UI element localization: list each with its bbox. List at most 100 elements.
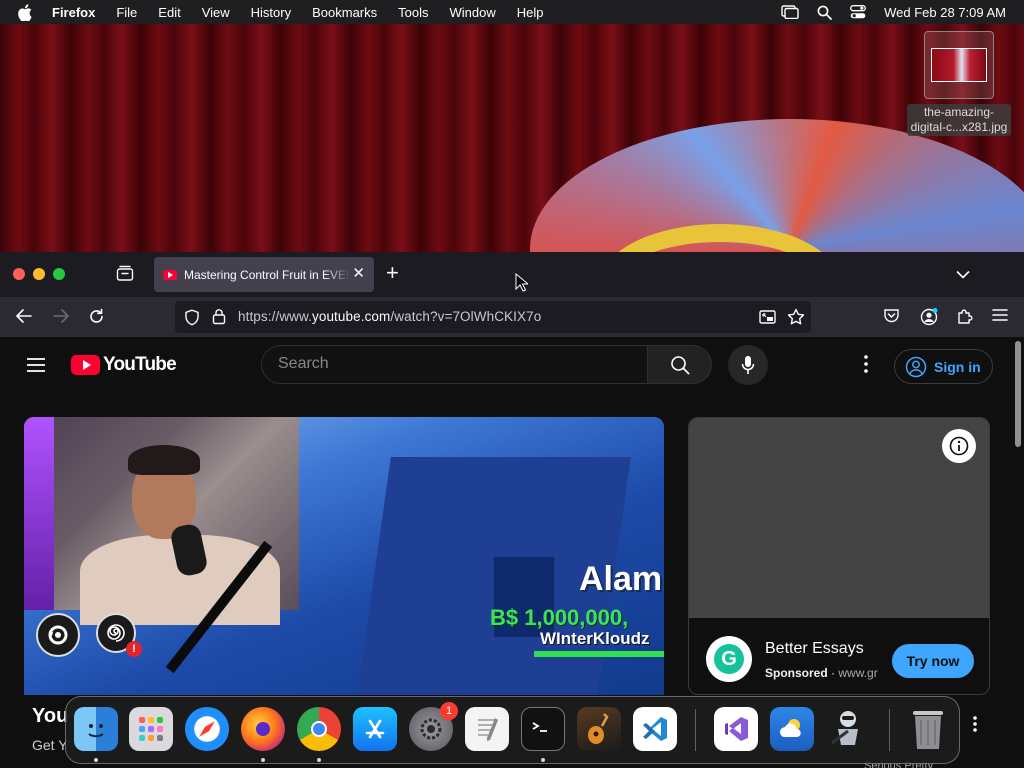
firefox-view-icon[interactable] xyxy=(116,265,134,286)
ad-domain: www.gr xyxy=(838,666,878,680)
app-menu-firefox[interactable]: Firefox xyxy=(52,5,95,20)
grammarly-logo-icon[interactable]: G xyxy=(706,636,752,682)
sponsored-ad-card[interactable]: G Better Essays Sponsored · www.gr Try n… xyxy=(688,417,990,695)
window-zoom-button[interactable] xyxy=(53,268,65,280)
url-text[interactable]: https://www.youtube.com/watch?v=7OlWhCKI… xyxy=(238,309,541,324)
terminal-icon[interactable] xyxy=(521,707,565,751)
firefox-running-indicator xyxy=(261,758,265,762)
image-file-thumbnail[interactable] xyxy=(924,31,994,99)
app-menu-hamburger-icon[interactable] xyxy=(992,308,1008,327)
spotlight-search-icon[interactable] xyxy=(817,5,833,20)
dock-overflow-more-icon[interactable] xyxy=(968,714,982,734)
garageband-icon[interactable] xyxy=(577,707,621,751)
video-player[interactable]: Alam B$ 1,000,000, WInterKloudz ! xyxy=(24,417,664,695)
menu-help[interactable]: Help xyxy=(517,5,544,20)
app-store-icon[interactable] xyxy=(353,707,397,751)
search-button[interactable] xyxy=(647,345,712,384)
search-input[interactable] xyxy=(278,355,628,373)
menu-tools[interactable]: Tools xyxy=(398,5,428,20)
scrollbar-thumb[interactable] xyxy=(1015,341,1021,447)
video-hud-title: Alam xyxy=(579,560,663,598)
reload-icon[interactable] xyxy=(88,308,105,330)
menu-bookmarks[interactable]: Bookmarks xyxy=(312,5,377,20)
voice-search-button[interactable] xyxy=(728,345,768,385)
window-close-button[interactable] xyxy=(13,268,25,280)
menu-view[interactable]: View xyxy=(202,5,230,20)
settings-more-icon[interactable] xyxy=(858,354,874,379)
sign-in-button[interactable]: Sign in xyxy=(894,349,993,384)
vscode-icon[interactable] xyxy=(633,707,677,751)
visual-studio-icon[interactable] xyxy=(714,707,758,751)
textedit-icon[interactable] xyxy=(465,707,509,751)
tab-close-icon[interactable]: ✕ xyxy=(352,266,365,281)
settings-notification-badge: 1 xyxy=(440,702,458,720)
address-bar[interactable]: https://www.youtube.com/watch?v=7OlWhCKI… xyxy=(175,301,811,333)
menu-edit[interactable]: Edit xyxy=(158,5,180,20)
video-hud-money: B$ 1,000,000, xyxy=(490,605,629,630)
ad-info-icon[interactable] xyxy=(942,429,976,463)
search-icon xyxy=(670,355,690,375)
tab-youtube-video[interactable]: Mastering Control Fruit in EVERY ✕ xyxy=(154,257,374,292)
youtube-favicon-icon xyxy=(163,269,177,280)
trash-icon[interactable] xyxy=(906,707,950,751)
desktop-file-image[interactable]: the-amazing- digital-c...x281.jpg xyxy=(900,31,1018,136)
screen-mirroring-icon[interactable] xyxy=(781,5,799,19)
firefox-window: Mastering Control Fruit in EVERY ✕ + htt… xyxy=(0,252,1024,768)
youtube-logo[interactable]: YouTube xyxy=(71,354,177,376)
launchpad-icon[interactable] xyxy=(129,707,173,751)
sign-in-label: Sign in xyxy=(934,358,981,375)
new-tab-button[interactable]: + xyxy=(386,260,399,286)
video-hud-player-name: WInterKloudz xyxy=(540,629,650,648)
page-scrollbar[interactable] xyxy=(1012,337,1024,768)
ad-sponsored-label: Sponsored xyxy=(765,666,828,680)
game-ability-spiral-icon: ! xyxy=(96,613,142,657)
automator-icon[interactable] xyxy=(826,707,870,751)
tab-bar: Mastering Control Fruit in EVERY ✕ + xyxy=(0,252,1024,297)
guide-menu-icon[interactable] xyxy=(26,357,46,378)
weather-icon[interactable] xyxy=(770,707,814,751)
firefox-icon[interactable] xyxy=(241,707,285,751)
back-arrow-icon[interactable] xyxy=(15,308,33,329)
dock-separator xyxy=(889,709,890,751)
list-all-tabs-chevron-icon[interactable] xyxy=(956,266,970,284)
search-box[interactable] xyxy=(261,345,648,384)
menu-window[interactable]: Window xyxy=(450,5,496,20)
control-center-icon[interactable] xyxy=(850,5,867,19)
chrome-icon[interactable] xyxy=(297,707,341,751)
video-title-partial: You xyxy=(32,705,69,727)
url-prefix: https://www. xyxy=(238,309,312,324)
lock-icon[interactable] xyxy=(212,308,226,330)
menu-history[interactable]: History xyxy=(251,5,291,20)
terminal-running-indicator xyxy=(541,758,545,762)
ad-title[interactable]: Better Essays xyxy=(765,640,864,658)
extensions-puzzle-icon[interactable] xyxy=(956,308,973,330)
streamer-webcam xyxy=(24,417,299,625)
game-ability-rotate-icon xyxy=(36,613,80,657)
video-subtitle-partial: Get Y xyxy=(32,737,68,753)
ability-alert-badge: ! xyxy=(126,641,142,657)
finder-icon[interactable] xyxy=(74,707,118,751)
apple-menu-icon[interactable] xyxy=(18,3,38,21)
chrome-running-indicator xyxy=(317,758,321,762)
forward-arrow-icon[interactable] xyxy=(52,308,70,329)
menu-file[interactable]: File xyxy=(116,5,137,20)
ad-try-now-button[interactable]: Try now xyxy=(892,644,974,678)
pocket-icon[interactable] xyxy=(883,308,900,329)
file-name-line-2: digital-c...x281.jpg xyxy=(910,120,1008,134)
window-minimize-button[interactable] xyxy=(33,268,45,280)
desktop-file-name: the-amazing- digital-c...x281.jpg xyxy=(906,104,1012,136)
dock-separator xyxy=(695,709,696,751)
dock: 1 xyxy=(65,696,960,764)
youtube-play-logo-icon xyxy=(71,355,100,375)
tracking-protection-shield-icon[interactable] xyxy=(184,309,200,331)
system-settings-icon[interactable]: 1 xyxy=(409,702,458,751)
url-path: /watch?v=7OlWhCKIX7o xyxy=(390,309,542,324)
picture-in-picture-icon[interactable] xyxy=(759,310,776,329)
safari-icon[interactable] xyxy=(185,707,229,751)
desktop-wallpaper xyxy=(0,24,1024,252)
account-icon[interactable] xyxy=(920,308,938,331)
bookmark-star-icon[interactable] xyxy=(787,308,805,330)
ad-logo-letter: G xyxy=(714,644,744,674)
menubar-clock[interactable]: Wed Feb 28 7:09 AM xyxy=(884,5,1006,20)
ad-sponsored-line: Sponsored · www.gr xyxy=(765,666,878,680)
